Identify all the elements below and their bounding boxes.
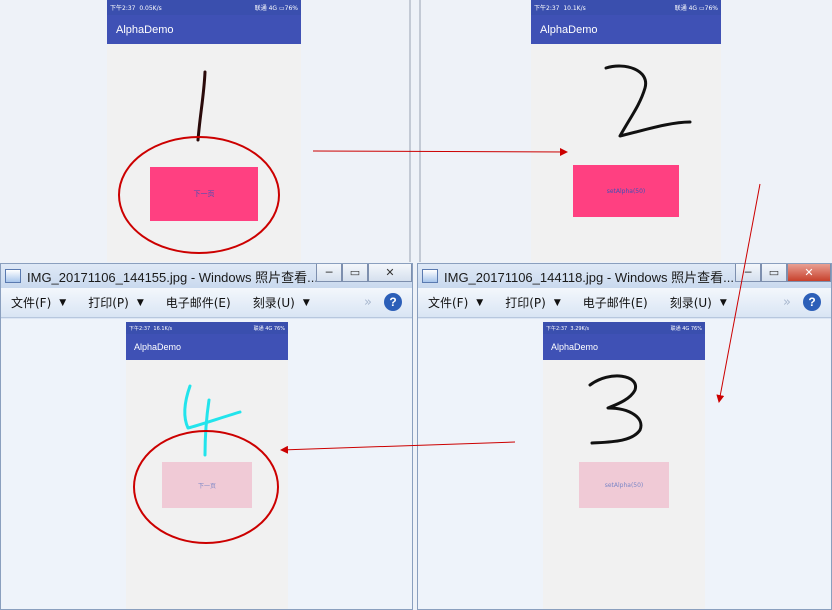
- app-bar: AlphaDemo: [531, 15, 721, 44]
- photo-viewer-icon: [5, 269, 21, 283]
- menu-file[interactable]: 文件(F) ▼: [11, 294, 66, 311]
- chevron-down-icon: ▼: [302, 297, 310, 308]
- app-bar: AlphaDemo: [107, 15, 301, 44]
- window-title: IMG_20171106_144118.jpg - Windows 照片查看..…: [444, 269, 734, 285]
- status-bar: 下午2:37 0.05K/s 联通 4G ▭76%: [107, 0, 301, 15]
- status-signal: 联通 4G: [254, 5, 278, 12]
- phone-screen-1: 下午2:37 0.05K/s 联通 4G ▭76% AlphaDemo 下一页: [107, 0, 301, 262]
- next-page-label: 下一页: [193, 190, 215, 198]
- chevron-down-icon: ▼: [476, 297, 484, 308]
- menu-burn-label: 刻录(U): [252, 296, 295, 310]
- status-battery: 76%: [704, 5, 718, 12]
- maximize-icon: ▭: [768, 266, 780, 279]
- title-bar: IMG_20171106_144155.jpg - Windows 照片查看..…: [1, 264, 412, 288]
- minimize-icon: ─: [744, 266, 752, 279]
- menu-burn[interactable]: 刻录(U) ▼: [253, 294, 310, 311]
- menu-email[interactable]: 电子邮件(E): [583, 294, 648, 311]
- divider: [419, 0, 421, 262]
- chevron-down-icon: ▼: [719, 297, 727, 308]
- status-battery: 76%: [284, 5, 298, 12]
- window-controls: ─ ▭ ✕: [735, 264, 831, 288]
- chevron-down-icon: ▼: [59, 297, 67, 308]
- menu-email[interactable]: 电子邮件(E): [166, 294, 231, 311]
- photo-viewer-window-2: IMG_20171106_144118.jpg - Windows 照片查看..…: [417, 263, 832, 610]
- status-time: 下午2:37: [129, 325, 151, 332]
- next-page-label: 下一页: [197, 482, 216, 490]
- app-title: AlphaDemo: [540, 23, 598, 36]
- photo-viewer-window-1: IMG_20171106_144155.jpg - Windows 照片查看..…: [0, 263, 413, 610]
- set-alpha-button[interactable]: setAlpha(50): [579, 462, 669, 508]
- more-chevron-icon[interactable]: »: [783, 295, 791, 310]
- app-title: AlphaDemo: [551, 342, 599, 352]
- next-page-button[interactable]: 下一页: [162, 462, 252, 508]
- menu-bar: 文件(F) ▼ 打印(P) ▼ 电子邮件(E) 刻录(U) ▼ » ?: [418, 288, 831, 318]
- set-alpha-label: setAlpha(50): [604, 481, 644, 489]
- menu-print-label: 打印(P): [88, 296, 129, 310]
- set-alpha-label: setAlpha(50): [606, 187, 646, 195]
- phone-screen-4: 下午2:37 16.1K/s 联通 4G 76% AlphaDemo 下一页: [126, 322, 288, 609]
- menu-file[interactable]: 文件(F) ▼: [428, 294, 483, 311]
- status-time: 下午2:37: [534, 5, 560, 12]
- menu-bar: 文件(F) ▼ 打印(P) ▼ 电子邮件(E) 刻录(U) ▼ » ?: [1, 288, 412, 318]
- title-bar: IMG_20171106_144118.jpg - Windows 照片查看..…: [418, 264, 831, 288]
- close-button[interactable]: ✕: [368, 264, 412, 282]
- app-bar: AlphaDemo: [543, 334, 705, 360]
- status-net-speed: 0.05K/s: [139, 5, 162, 12]
- desktop: 下午2:37 0.05K/s 联通 4G ▭76% AlphaDemo 下一页 …: [0, 0, 832, 610]
- status-net-speed: 3.29K/s: [570, 325, 590, 332]
- maximize-button[interactable]: ▭: [761, 264, 787, 282]
- image-viewport: 下午2:37 16.1K/s 联通 4G 76% AlphaDemo 下一页: [1, 319, 412, 609]
- app-title: AlphaDemo: [134, 342, 182, 352]
- menu-print[interactable]: 打印(P) ▼: [505, 294, 561, 311]
- status-bar: 下午2:37 3.29K/s 联通 4G 76%: [543, 322, 705, 334]
- annotation-arrow: [312, 147, 568, 156]
- menu-burn-label: 刻录(U): [669, 296, 712, 310]
- more-chevron-icon[interactable]: »: [364, 295, 372, 310]
- maximize-icon: ▭: [349, 266, 361, 279]
- minimize-icon: ─: [325, 266, 333, 279]
- status-signal: 联通 4G: [253, 325, 273, 332]
- status-net-speed: 16.1K/s: [153, 325, 173, 332]
- divider: [409, 0, 411, 262]
- menu-print[interactable]: 打印(P) ▼: [88, 294, 144, 311]
- window-title: IMG_20171106_144155.jpg - Windows 照片查看..…: [27, 269, 316, 285]
- menu-file-label: 文件(F): [11, 296, 52, 310]
- app-title: AlphaDemo: [116, 23, 174, 36]
- close-icon: ✕: [385, 266, 395, 279]
- menu-burn[interactable]: 刻录(U) ▼: [670, 294, 727, 311]
- window-controls: ─ ▭ ✕: [316, 264, 412, 288]
- phone-screen-2: 下午2:37 10.1K/s 联通 4G ▭76% AlphaDemo setA…: [531, 0, 721, 262]
- menu-email-label: 电子邮件(E): [165, 296, 231, 310]
- status-signal: 联通 4G: [674, 5, 698, 12]
- next-page-button[interactable]: 下一页: [150, 167, 258, 221]
- set-alpha-button[interactable]: setAlpha(50): [573, 165, 679, 217]
- minimize-button[interactable]: ─: [735, 264, 761, 282]
- status-bar: 下午2:37 10.1K/s 联通 4G ▭76%: [531, 0, 721, 15]
- menu-print-label: 打印(P): [505, 296, 546, 310]
- menu-email-label: 电子邮件(E): [582, 296, 648, 310]
- chevron-down-icon: ▼: [553, 297, 561, 308]
- status-battery: 76%: [690, 325, 702, 332]
- help-icon[interactable]: ?: [384, 293, 402, 311]
- maximize-button[interactable]: ▭: [342, 264, 368, 282]
- status-time: 下午2:37: [110, 5, 136, 12]
- close-button[interactable]: ✕: [787, 264, 831, 282]
- menu-file-label: 文件(F): [428, 296, 469, 310]
- minimize-button[interactable]: ─: [316, 264, 342, 282]
- help-icon[interactable]: ?: [803, 293, 821, 311]
- close-icon: ✕: [804, 266, 814, 279]
- status-net-speed: 10.1K/s: [563, 5, 586, 12]
- status-time: 下午2:37: [546, 325, 568, 332]
- status-signal: 联通 4G: [670, 325, 690, 332]
- status-battery: 76%: [273, 325, 285, 332]
- status-bar: 下午2:37 16.1K/s 联通 4G 76%: [126, 322, 288, 334]
- photo-viewer-icon: [422, 269, 438, 283]
- chevron-down-icon: ▼: [136, 297, 144, 308]
- phone-screen-3: 下午2:37 3.29K/s 联通 4G 76% AlphaDemo setAl…: [543, 322, 705, 609]
- image-viewport: 下午2:37 3.29K/s 联通 4G 76% AlphaDemo setAl…: [418, 319, 831, 609]
- app-bar: AlphaDemo: [126, 334, 288, 360]
